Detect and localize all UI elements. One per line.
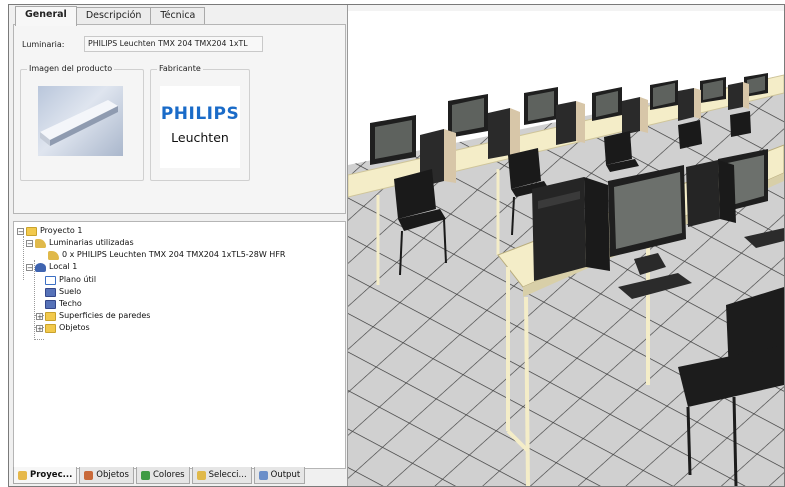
- tree-node-suelo[interactable]: Suelo: [45, 286, 81, 298]
- tree-node-plano[interactable]: Plano útil: [45, 274, 96, 286]
- tree-node-objetos[interactable]: + Objetos: [36, 322, 90, 334]
- tab-general[interactable]: General: [15, 6, 77, 26]
- tab-descripcion[interactable]: Descripción: [75, 7, 152, 25]
- tree-node-luminaria-item[interactable]: 0 x PHILIPS Leuchten TMX 204 TMX204 1xTL…: [48, 249, 285, 261]
- philips-wordmark: PHILIPS: [160, 104, 240, 124]
- project-tab-icon: [18, 470, 27, 480]
- tree-node-luminarias[interactable]: − Luminarias utilizadas: [26, 237, 134, 249]
- tree-label-techo: Techo: [59, 299, 82, 308]
- tab-proyecto[interactable]: Proyec...: [13, 467, 78, 484]
- selection-tab-icon: [196, 470, 206, 480]
- tab-seleccion[interactable]: Selecci...: [191, 467, 252, 484]
- collapse-icon[interactable]: −: [26, 239, 33, 247]
- tree-label-superficies: Superficies de paredes: [59, 311, 151, 320]
- luminaria-label: Luminaria:: [22, 40, 65, 49]
- tab-objetos[interactable]: Objetos: [79, 467, 134, 484]
- manufacturer-logo: PHILIPS Leuchten: [160, 86, 240, 168]
- tree-label-objetos: Objetos: [59, 323, 90, 332]
- tab-tecnica[interactable]: Técnica: [150, 7, 206, 25]
- manufacturer-group: Fabricante PHILIPS Leuchten: [150, 64, 250, 181]
- tree-label-plano: Plano útil: [59, 275, 97, 284]
- panel-tabs: Proyec... Objetos Colores Selecci... Out…: [13, 467, 344, 485]
- tab-colores[interactable]: Colores: [135, 467, 190, 484]
- tree-node-superficies[interactable]: + Superficies de paredes: [36, 310, 150, 322]
- tab-output[interactable]: Output: [253, 467, 306, 484]
- tree-label-proyecto: Proyecto 1: [40, 226, 83, 235]
- luminaria-field[interactable]: PHILIPS Leuchten TMX 204 TMX204 1xTL: [84, 36, 263, 52]
- properties-panel: Luminaria: PHILIPS Leuchten TMX 204 TMX2…: [13, 24, 346, 214]
- tab-objetos-label: Objetos: [96, 470, 129, 480]
- tree-node-local[interactable]: − Local 1: [26, 261, 77, 273]
- leuchten-wordmark: Leuchten: [171, 130, 229, 145]
- tab-output-label: Output: [270, 470, 301, 480]
- tree-label-local: Local 1: [49, 262, 78, 271]
- tree-node-techo[interactable]: Techo: [45, 298, 82, 310]
- folder-icon: [45, 323, 56, 333]
- tab-seleccion-label: Selecci...: [208, 470, 247, 480]
- colors-tab-icon: [140, 470, 150, 480]
- plane-icon: [45, 275, 56, 285]
- tree-label-suelo: Suelo: [59, 287, 82, 296]
- collapse-icon[interactable]: −: [17, 227, 24, 235]
- objects-tab-icon: [84, 470, 94, 480]
- product-image-label: Imagen del producto: [27, 64, 115, 73]
- luminaires-icon: [35, 238, 46, 248]
- 3d-viewport[interactable]: [348, 5, 784, 486]
- surface-icon: [45, 299, 56, 309]
- luminaire-icon: [48, 250, 59, 260]
- folder-icon: [45, 311, 56, 321]
- tree-label-luminaria-item: 0 x PHILIPS Leuchten TMX 204 TMX204 1xTL…: [62, 250, 286, 259]
- project-tree[interactable]: − Proyecto 1 − Luminarias utilizadas 0 x…: [13, 221, 346, 469]
- product-image-group: Imagen del producto: [20, 64, 144, 181]
- 3d-scene: [348, 5, 784, 486]
- tree-label-luminarias: Luminarias utilizadas: [49, 238, 134, 247]
- collapse-icon[interactable]: −: [26, 263, 33, 271]
- manufacturer-label: Fabricante: [157, 64, 203, 73]
- properties-tabs: General Descripción Técnica: [15, 6, 206, 26]
- product-image: [38, 86, 123, 156]
- tab-colores-label: Colores: [152, 470, 185, 480]
- tree-node-proyecto[interactable]: − Proyecto 1: [17, 225, 82, 237]
- output-tab-icon: [258, 470, 268, 480]
- left-panel: General Descripción Técnica Luminaria: P…: [9, 5, 348, 486]
- room-icon: [35, 262, 46, 272]
- expand-icon[interactable]: +: [36, 312, 43, 320]
- tab-proyecto-label: Proyec...: [30, 470, 73, 480]
- app-window: General Descripción Técnica Luminaria: P…: [8, 4, 785, 487]
- surface-icon: [45, 287, 56, 297]
- folder-icon: [26, 226, 37, 236]
- luminaire-product-picture: [40, 100, 118, 146]
- expand-icon[interactable]: +: [36, 324, 43, 332]
